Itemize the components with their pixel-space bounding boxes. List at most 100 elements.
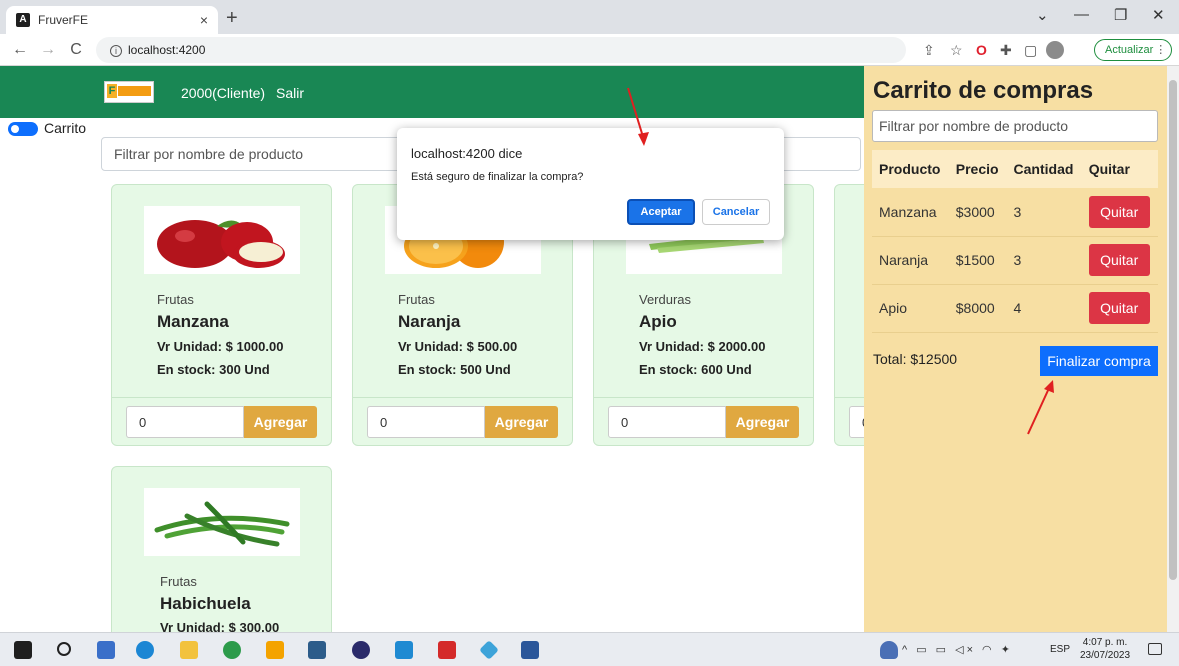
angular-favicon-icon: A (16, 13, 30, 27)
column-header: Producto (872, 150, 949, 188)
accept-button[interactable]: Aceptar (627, 199, 695, 225)
table-header-row: Producto Precio Cantidad Quitar (872, 150, 1158, 188)
product-stock: En stock: 300 Und (157, 362, 270, 377)
bookmark-star-icon[interactable]: ☆ (950, 42, 963, 59)
cell-product: Manzana (872, 188, 949, 237)
git-icon[interactable] (479, 640, 499, 660)
product-category: Verduras (639, 292, 692, 307)
add-to-cart-button[interactable]: Agregar (485, 406, 558, 438)
extensions-puzzle-icon[interactable]: ✚ (1000, 42, 1012, 59)
vscode-icon[interactable] (395, 641, 413, 659)
scrollbar-thumb[interactable] (1169, 80, 1177, 580)
quantity-input[interactable]: 0 (126, 406, 244, 438)
product-price: Vr Unidad: $ 500.00 (398, 339, 518, 354)
dialog-title: localhost:4200 dice (411, 146, 523, 161)
annotation-arrow-icon (1027, 380, 1054, 435)
system-tray-icons[interactable]: ^ ▭ ▭ ◁× ◠ ✦ (902, 643, 1013, 656)
cell-price: $1500 (948, 236, 1007, 285)
product-price: Vr Unidad: $ 2000.00 (639, 339, 766, 354)
cell-qty: 4 (1006, 284, 1082, 333)
logout-link[interactable]: Salir (276, 85, 304, 101)
quantity-input[interactable]: 0 (367, 406, 485, 438)
app-icon[interactable] (308, 641, 326, 659)
column-header: Quitar (1081, 150, 1158, 188)
url-text: localhost:4200 (128, 43, 206, 57)
clock-time: 4:07 p. m. (1082, 637, 1128, 648)
forward-icon[interactable]: → (40, 41, 56, 59)
file-explorer-icon[interactable] (180, 641, 198, 659)
eclipse-icon[interactable] (352, 641, 370, 659)
windows-taskbar: ^ ▭ ▭ ◁× ◠ ✦ ESP 4:07 p. m. 23/07/2023 (0, 632, 1179, 666)
cart-total: Total: $12500 (873, 351, 958, 367)
store-icon[interactable] (97, 641, 115, 659)
column-header: Cantidad (1006, 150, 1082, 188)
chrome-icon[interactable] (223, 641, 241, 659)
page-content: F 2000(Cliente) Salir Carrito Filtrar po… (0, 66, 864, 632)
side-panel-icon[interactable]: ▢ (1024, 42, 1037, 59)
acrobat-icon[interactable] (438, 641, 456, 659)
minimize-button[interactable]: — (1074, 6, 1089, 23)
cancel-button[interactable]: Cancelar (702, 199, 770, 225)
browser-tab-strip: A FruverFE × + ⌄ — ❐ ✕ (0, 0, 1179, 34)
url-bar[interactable]: i localhost:4200 (96, 37, 906, 63)
product-category: Frutas (157, 292, 194, 307)
edge-icon[interactable] (136, 641, 154, 659)
cell-remove: Quitar (1081, 188, 1158, 237)
annotation-arrow-icon (627, 87, 649, 146)
back-icon[interactable]: ← (12, 41, 28, 59)
update-button[interactable]: Actualizar ⋮ (1094, 39, 1173, 61)
quantity-input[interactable]: 0 (849, 406, 864, 438)
table-row: Naranja $1500 3 Quitar (872, 236, 1158, 285)
page-scrollbar[interactable] (1167, 66, 1179, 632)
cell-product: Naranja (872, 236, 949, 285)
user-label: 2000(Cliente) (181, 85, 266, 101)
remove-button[interactable]: Quitar (1088, 292, 1150, 324)
product-name: Habichuela (160, 594, 251, 613)
add-to-cart-button[interactable]: Agregar (244, 406, 317, 438)
checkout-button[interactable]: Finalizar compra (1040, 346, 1158, 376)
close-window-button[interactable]: ✕ (1152, 6, 1165, 24)
start-icon[interactable] (14, 641, 32, 659)
weather-icon[interactable] (880, 641, 898, 659)
search-icon[interactable] (57, 642, 71, 656)
product-name: Naranja (398, 312, 461, 331)
new-tab-button[interactable]: + (226, 6, 238, 30)
close-tab-icon[interactable]: × (200, 12, 208, 28)
product-stock: En stock: 500 Und (398, 362, 511, 377)
product-category: Frutas (160, 574, 197, 589)
language-indicator[interactable]: ESP (1050, 644, 1070, 655)
product-card: Frutas Manzana Vr Unidad: $ 1000.00 En s… (111, 184, 332, 446)
product-stock: En stock: 600 Und (639, 362, 752, 377)
cell-product: Apio (872, 284, 949, 333)
tab-search-icon[interactable]: ⌄ (1036, 6, 1049, 24)
product-name: Apio (639, 312, 677, 331)
tab-title: FruverFE (38, 13, 89, 27)
confirm-dialog: localhost:4200 dice Está seguro de final… (397, 128, 784, 240)
menu-dots-icon[interactable]: ⋮ (1155, 40, 1166, 60)
quantity-input[interactable]: 0 (608, 406, 726, 438)
add-to-cart-button[interactable]: Agregar (726, 406, 799, 438)
reload-icon[interactable]: C (68, 41, 84, 59)
cart-toggle-switch[interactable] (8, 122, 38, 136)
dialog-message: Está seguro de finalizar la compra? (411, 171, 584, 183)
cell-price: $8000 (948, 284, 1007, 333)
opera-extension-icon[interactable]: O (976, 42, 987, 58)
word-icon[interactable] (521, 641, 539, 659)
product-price: Vr Unidad: $ 1000.00 (157, 339, 284, 354)
product-price: Vr Unidad: $ 300.00 (160, 620, 280, 632)
restore-button[interactable]: ❐ (1114, 6, 1127, 24)
browser-tab[interactable]: A FruverFE × (6, 6, 218, 34)
share-icon[interactable]: ⇪ (923, 42, 935, 59)
clock[interactable]: 4:07 p. m. 23/07/2023 (1080, 636, 1130, 662)
fruver-logo[interactable]: F (104, 81, 154, 103)
sublime-icon[interactable] (266, 641, 284, 659)
card-divider (353, 397, 572, 398)
cart-filter-input[interactable]: Filtrar por nombre de producto (872, 110, 1158, 142)
remove-button[interactable]: Quitar (1088, 195, 1150, 228)
cart-panel: Carrito de compras Filtrar por nombre de… (864, 66, 1167, 632)
cart-table: Producto Precio Cantidad Quitar Manzana … (872, 150, 1158, 333)
notification-icon[interactable] (1148, 643, 1162, 655)
site-info-icon[interactable]: i (110, 45, 122, 57)
remove-button[interactable]: Quitar (1088, 244, 1150, 276)
profile-avatar[interactable] (1046, 41, 1064, 59)
